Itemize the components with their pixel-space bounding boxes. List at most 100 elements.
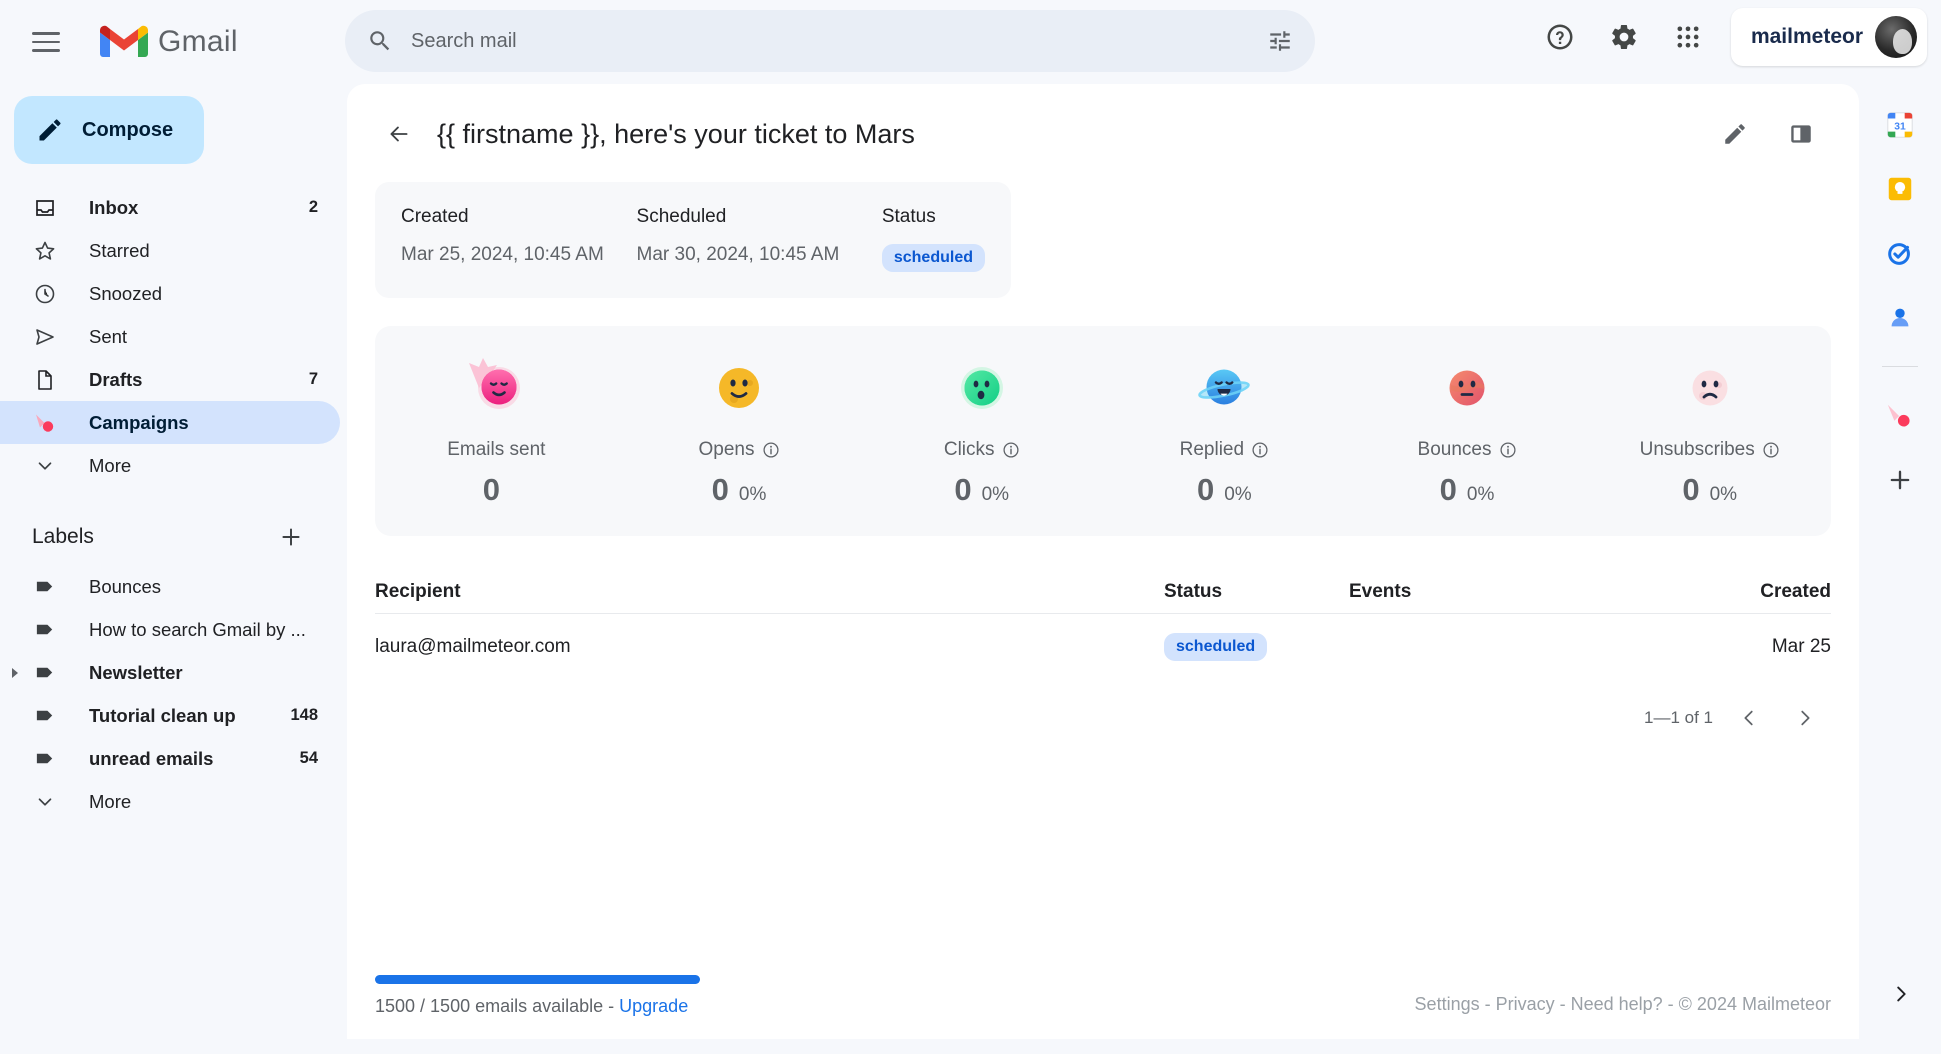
row-status-badge: scheduled: [1164, 633, 1268, 661]
stat-values: 0 0%: [954, 472, 1009, 508]
stat-value: 0: [1682, 471, 1700, 507]
google-tasks-icon[interactable]: [1875, 228, 1925, 278]
apps-grid-icon[interactable]: [1659, 8, 1717, 66]
label-tag-icon: [32, 574, 58, 600]
stat-percent: 0%: [1224, 483, 1252, 505]
chevron-left-icon[interactable]: [1729, 698, 1769, 738]
stat-value: 0: [1196, 471, 1215, 507]
sidebar-item-inbox[interactable]: Inbox 2: [0, 186, 340, 229]
column-header-created: Created: [1760, 580, 1831, 602]
smiley-yellow-icon: [719, 367, 759, 408]
stat-replied: Replied 0 0%: [1103, 355, 1346, 508]
meta-scheduled: Scheduled Mar 30, 2024, 10:45 AM: [637, 206, 882, 272]
mailmeteor-comet-icon[interactable]: [1875, 391, 1925, 441]
sidebar-label: Sent: [89, 325, 128, 347]
sidebar-item-snoozed[interactable]: Snoozed: [0, 272, 340, 315]
cell-status: scheduled: [1164, 633, 1349, 661]
sidebar-item-sent[interactable]: Sent: [0, 315, 340, 358]
label-item-how-to-search[interactable]: How to search Gmail by ...: [0, 608, 340, 651]
search-input[interactable]: [411, 29, 1267, 53]
labels-header: Labels: [0, 509, 340, 565]
neutral-red-icon: [1449, 370, 1485, 405]
stat-label-text: Unsubscribes: [1639, 438, 1755, 460]
search-bar[interactable]: [345, 10, 1315, 72]
chevron-down-icon: [32, 789, 58, 815]
sidebar-item-more[interactable]: More: [0, 444, 340, 487]
account-chip[interactable]: mailmeteor: [1730, 8, 1927, 66]
table-row[interactable]: laura@mailmeteor.com scheduled Mar 25: [375, 614, 1831, 680]
sidebar-label: More: [89, 454, 132, 476]
chevron-down-icon: [32, 453, 58, 479]
clock-icon: [32, 281, 58, 307]
sidebar-item-starred[interactable]: Starred: [0, 229, 340, 272]
back-arrow-icon[interactable]: [375, 110, 423, 158]
stat-label: Bounces: [1418, 439, 1517, 461]
info-icon[interactable]: [762, 441, 780, 459]
compose-button[interactable]: Compose: [14, 96, 204, 164]
pencil-icon: [39, 119, 61, 141]
labels-list: Bounces How to search Gmail by ... Newsl…: [0, 565, 340, 823]
add-addon-plus-icon[interactable]: [1875, 455, 1925, 505]
label-name: Newsletter: [89, 661, 183, 683]
meta-created: Created Mar 25, 2024, 10:45 AM: [401, 206, 637, 272]
sidebar-label: Inbox: [89, 196, 139, 218]
quota-label: 1500 / 1500 emails available -: [375, 996, 620, 1016]
label-item-unread-emails[interactable]: unread emails 54: [0, 737, 340, 780]
expand-caret-icon[interactable]: [12, 667, 18, 678]
upgrade-link[interactable]: Upgrade: [619, 996, 688, 1016]
expand-panel-chevron-right-icon[interactable]: [1877, 970, 1925, 1018]
info-icon[interactable]: [1002, 441, 1020, 459]
sad-pink-icon: [1692, 370, 1728, 405]
info-icon[interactable]: [1499, 441, 1517, 459]
sidebar-label: Drafts: [89, 368, 143, 390]
google-keep-icon[interactable]: [1875, 164, 1925, 214]
stat-label-text: Bounces: [1417, 438, 1492, 460]
info-icon[interactable]: [1762, 441, 1780, 459]
label-item-tutorial-clean-up[interactable]: Tutorial clean up 148: [0, 694, 340, 737]
labels-more-button[interactable]: More: [0, 780, 340, 823]
chevron-right-icon[interactable]: [1785, 698, 1825, 738]
gear-icon[interactable]: [1595, 8, 1653, 66]
tune-filter-icon[interactable]: [1267, 28, 1293, 54]
meta-scheduled-value: Mar 30, 2024, 10:45 AM: [636, 244, 840, 265]
column-header-recipient: Recipient: [375, 580, 461, 602]
google-contacts-icon[interactable]: [1875, 292, 1925, 342]
label-item-bounces[interactable]: Bounces: [0, 565, 340, 608]
quota-section: 1500 / 1500 emails available - Upgrade: [375, 975, 955, 1017]
sidebar-item-campaigns[interactable]: Campaigns: [0, 401, 340, 444]
split-pane-icon[interactable]: [1779, 112, 1823, 156]
stat-value: 0: [954, 471, 972, 507]
google-calendar-icon[interactable]: 31: [1875, 100, 1925, 150]
footer-links-text[interactable]: Settings - Privacy - Need help? - © 2024…: [1415, 994, 1831, 1014]
stat-percent: 0%: [1709, 483, 1738, 505]
hamburger-menu-icon[interactable]: [16, 12, 76, 72]
stat-label: Emails sent: [447, 439, 545, 461]
label-tag-icon: [32, 660, 58, 686]
svg-text:31: 31: [1894, 122, 1906, 133]
label-item-newsletter[interactable]: Newsletter: [0, 651, 340, 694]
info-icon[interactable]: [1251, 441, 1269, 459]
rail-divider: [1882, 366, 1918, 367]
comet-face-pink-icon: [469, 357, 521, 409]
plus-icon[interactable]: [278, 524, 304, 550]
stat-unsubscribes: Unsubscribes 0 0%: [1588, 355, 1831, 508]
stat-values: 0 0%: [1682, 472, 1737, 508]
help-circle-icon[interactable]: [1531, 8, 1589, 66]
avatar[interactable]: [1875, 16, 1917, 58]
stat-label: Clicks: [944, 439, 1020, 461]
stat-values: 0: [483, 472, 510, 508]
table-header-row: Recipient Status Events Created: [375, 570, 1831, 614]
stat-values: 0 0%: [712, 472, 767, 508]
gmail-logo-brand[interactable]: Gmail: [100, 24, 238, 60]
campaign-meta-card: Created Mar 25, 2024, 10:45 AM Scheduled…: [375, 182, 1011, 298]
campaign-panel: {{ firstname }}, here's your ticket to M…: [347, 84, 1859, 1039]
stat-label-text: Clicks: [943, 438, 995, 460]
label-count: 54: [299, 749, 318, 767]
stat-values: 0 0%: [1440, 472, 1495, 508]
comet-icon: [32, 410, 58, 436]
sidebar-item-drafts[interactable]: Drafts 7: [0, 358, 340, 401]
stat-label-text: Opens: [698, 438, 755, 460]
edit-pencil-icon[interactable]: [1713, 112, 1757, 156]
pagination: 1—1 of 1: [375, 698, 1831, 738]
meta-created-value: Mar 25, 2024, 10:45 AM: [401, 244, 604, 265]
